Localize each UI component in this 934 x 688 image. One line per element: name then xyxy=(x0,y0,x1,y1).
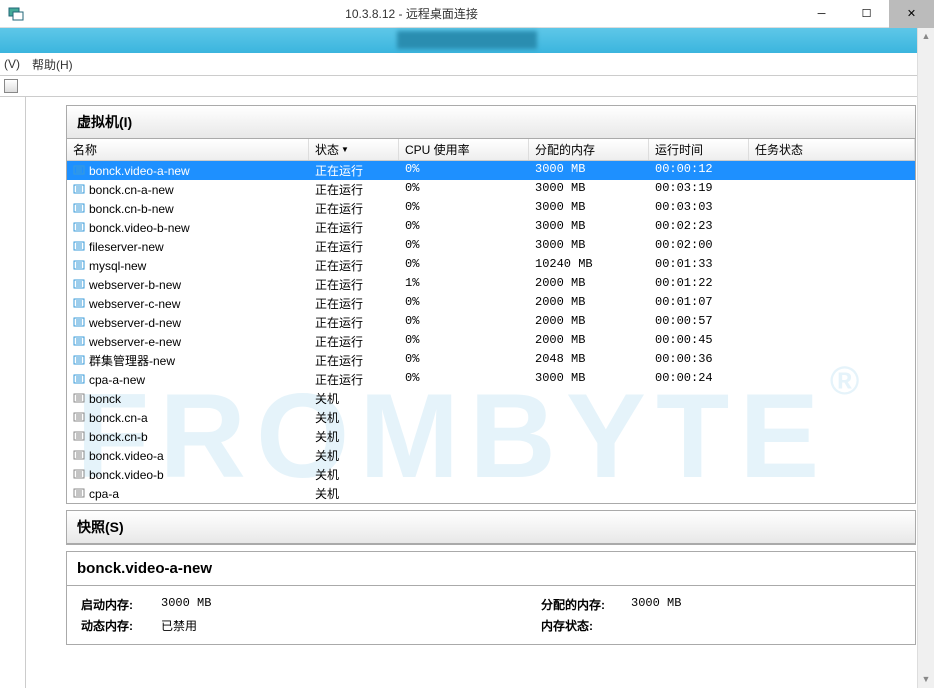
table-row[interactable]: mysql-new正在运行0%10240 MB00:01:33 xyxy=(67,256,915,275)
col-task[interactable]: 任务状态 xyxy=(749,139,915,160)
toolbar-button-icon[interactable] xyxy=(4,79,18,93)
table-row[interactable]: fileserver-new正在运行0%3000 MB00:02:00 xyxy=(67,237,915,256)
vm-icon xyxy=(73,260,85,272)
table-row[interactable]: bonck.video-b-new正在运行0%3000 MB00:02:23 xyxy=(67,218,915,237)
menu-v[interactable]: (V) xyxy=(4,57,20,71)
table-row[interactable]: bonck.cn-a-new正在运行0%3000 MB00:03:19 xyxy=(67,180,915,199)
vm-icon xyxy=(73,374,85,386)
title-bar: 10.3.8.12 - 远程桌面连接 ─ ☐ ✕ xyxy=(0,0,934,28)
vm-icon xyxy=(73,203,85,215)
table-row[interactable]: bonck.video-a关机 xyxy=(67,446,915,465)
close-button[interactable]: ✕ xyxy=(889,0,934,28)
vm-icon xyxy=(73,336,85,348)
mem-status-label: 内存状态: xyxy=(541,617,631,634)
table-row[interactable]: webserver-d-new正在运行0%2000 MB00:00:57 xyxy=(67,313,915,332)
vm-icon xyxy=(73,241,85,253)
table-row[interactable]: bonck.cn-b关机 xyxy=(67,427,915,446)
vm-icon xyxy=(73,222,85,234)
alloc-mem-value: 3000 MB xyxy=(631,596,681,613)
window-title: 10.3.8.12 - 远程桌面连接 xyxy=(24,5,799,22)
table-row[interactable]: bonck关机 xyxy=(67,389,915,408)
sort-indicator-icon: ▼ xyxy=(341,145,349,154)
grid-body: bonck.video-a-new正在运行0%3000 MB00:00:12bo… xyxy=(67,161,915,503)
table-row[interactable]: bonck.cn-a关机 xyxy=(67,408,915,427)
vm-icon xyxy=(73,431,85,443)
ribbon-banner xyxy=(0,28,934,53)
startup-mem-value: 3000 MB xyxy=(161,596,211,613)
col-mem[interactable]: 分配的内存 xyxy=(529,139,649,160)
vm-icon xyxy=(73,412,85,424)
snapshot-header: 快照(S) xyxy=(67,511,915,544)
vm-icon xyxy=(73,393,85,405)
rdp-icon xyxy=(8,6,24,22)
toolbar xyxy=(0,75,934,97)
maximize-button[interactable]: ☐ xyxy=(844,0,889,28)
table-row[interactable]: 群集管理器-new正在运行0%2048 MB00:00:36 xyxy=(67,351,915,370)
vm-icon xyxy=(73,450,85,462)
alloc-mem-label: 分配的内存: xyxy=(541,596,631,613)
table-row[interactable]: cpa-a关机 xyxy=(67,484,915,503)
vm-panel-header: 虚拟机(I) xyxy=(67,106,915,139)
vm-icon xyxy=(73,165,85,177)
startup-mem-label: 启动内存: xyxy=(81,596,161,613)
details-panel: bonck.video-a-new 启动内存: 3000 MB 动态内存: 已禁… xyxy=(66,551,916,645)
vm-icon xyxy=(73,317,85,329)
table-row[interactable]: bonck.video-a-new正在运行0%3000 MB00:00:12 xyxy=(67,161,915,180)
table-row[interactable]: webserver-e-new正在运行0%2000 MB00:00:45 xyxy=(67,332,915,351)
vm-icon xyxy=(73,184,85,196)
left-strip xyxy=(0,97,26,688)
col-state[interactable]: 状态▼ xyxy=(309,139,399,160)
grid-header: 名称 状态▼ CPU 使用率 分配的内存 运行时间 任务状态 xyxy=(67,139,915,161)
ribbon-title-blur xyxy=(397,31,537,49)
dynamic-mem-label: 动态内存: xyxy=(81,617,161,634)
dynamic-mem-value: 已禁用 xyxy=(161,617,197,634)
table-row[interactable]: bonck.cn-b-new正在运行0%3000 MB00:03:03 xyxy=(67,199,915,218)
vm-icon xyxy=(73,279,85,291)
table-row[interactable]: cpa-a-new正在运行0%3000 MB00:00:24 xyxy=(67,370,915,389)
details-title: bonck.video-a-new xyxy=(67,552,915,586)
menu-bar: (V) 帮助(H) xyxy=(0,53,934,75)
table-row[interactable]: bonck.video-b关机 xyxy=(67,465,915,484)
table-row[interactable]: webserver-c-new正在运行0%2000 MB00:01:07 xyxy=(67,294,915,313)
snapshot-panel: 快照(S) xyxy=(66,510,916,545)
menu-help[interactable]: 帮助(H) xyxy=(32,56,73,73)
scroll-up-icon[interactable]: ▲ xyxy=(918,28,934,45)
col-time[interactable]: 运行时间 xyxy=(649,139,749,160)
col-name[interactable]: 名称 xyxy=(67,139,309,160)
table-row[interactable]: webserver-b-new正在运行1%2000 MB00:01:22 xyxy=(67,275,915,294)
col-cpu[interactable]: CPU 使用率 xyxy=(399,139,529,160)
vm-panel: 虚拟机(I) 名称 状态▼ CPU 使用率 分配的内存 运行时间 任务状态 bo… xyxy=(66,105,916,504)
minimize-button[interactable]: ─ xyxy=(799,0,844,28)
vm-icon xyxy=(73,355,85,367)
vm-icon xyxy=(73,488,85,500)
vm-icon xyxy=(73,469,85,481)
vm-icon xyxy=(73,298,85,310)
